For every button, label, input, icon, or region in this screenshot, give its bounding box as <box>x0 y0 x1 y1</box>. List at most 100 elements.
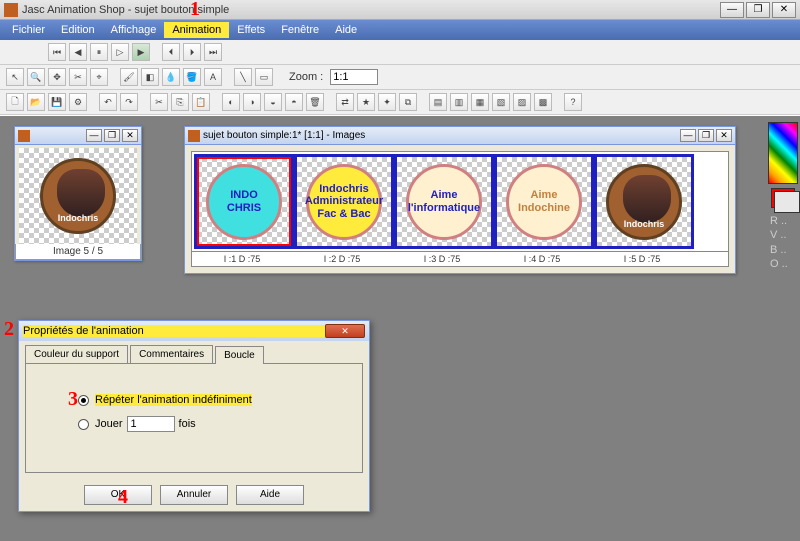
zoom-select[interactable]: 1:1 <box>330 69 378 85</box>
optimize-icon[interactable]: ▨ <box>513 93 531 111</box>
repeat-indefinitely-row[interactable]: Répéter l'animation indéfiniment <box>78 394 346 406</box>
play-suffix: fois <box>179 418 196 430</box>
repeat-label: Répéter l'animation indéfiniment <box>95 394 252 406</box>
play-count-input[interactable]: 1 <box>127 416 175 432</box>
frame-labels: I :1 D :75 I :2 D :75 I :3 D :75 I :4 D … <box>191 252 729 267</box>
view-anim-icon[interactable]: ▦ <box>471 93 489 111</box>
toggle-c-icon[interactable]: ◒ <box>264 93 282 111</box>
cancel-button[interactable]: Annuler <box>160 485 228 505</box>
export-psp-icon[interactable]: ⇄ <box>336 93 354 111</box>
tab-boucle[interactable]: Boucle <box>215 346 264 364</box>
preview-window[interactable]: — ❐ ✕ Indochris Image 5 / 5 <box>14 126 142 261</box>
frame-2[interactable]: IndochrisAdministrateurFac & Bac <box>294 154 394 249</box>
zoom-tool-icon[interactable]: 🔍 <box>27 68 45 86</box>
menu-bar: Fichier Edition Affichage Animation Effe… <box>0 20 800 40</box>
window-close-button[interactable]: ✕ <box>772 2 796 18</box>
line-tool-icon[interactable]: ╲ <box>234 68 252 86</box>
brush-tool-icon[interactable]: 🖌 <box>120 68 138 86</box>
frame-4[interactable]: AimeIndochine <box>494 154 594 249</box>
redo-icon[interactable]: ↷ <box>120 93 138 111</box>
dropper-tool-icon[interactable]: 💧 <box>162 68 180 86</box>
effects-icon[interactable]: ★ <box>357 93 375 111</box>
stop-button[interactable]: ▷ <box>111 43 129 61</box>
frame-1[interactable]: INDOCHRIS <box>194 154 294 249</box>
frames-max-button[interactable]: ❐ <box>698 129 714 142</box>
play-radio[interactable] <box>78 419 89 430</box>
frame-5[interactable]: Indochris <box>594 154 694 249</box>
preview-window-icon <box>18 130 30 142</box>
menu-fichier[interactable]: Fichier <box>4 22 53 38</box>
play-button[interactable]: ▶ <box>132 43 150 61</box>
transition-icon[interactable]: ⧉ <box>399 93 417 111</box>
help-button[interactable]: Aide <box>236 485 304 505</box>
last-frame-button[interactable]: ⏭ <box>204 43 222 61</box>
repeat-radio[interactable] <box>78 395 89 406</box>
tab-couleur-support[interactable]: Couleur du support <box>25 345 128 363</box>
step-back-button[interactable]: ⏴ <box>162 43 180 61</box>
wizard-icon[interactable]: ⚙ <box>69 93 87 111</box>
text-tool-icon[interactable]: A <box>204 68 222 86</box>
frames-window[interactable]: sujet bouton simple:1* [1:1] - Images — … <box>184 126 736 274</box>
help-icon[interactable]: ? <box>564 93 582 111</box>
playback-toolbar: ⏮ ◀ ⏸ ▷ ▶ ⏴ ⏵ ⏭ <box>0 40 800 65</box>
dialog-title: Propriétés de l'animation <box>23 325 325 337</box>
tab-commentaires[interactable]: Commentaires <box>130 345 213 363</box>
paste-icon[interactable]: 📋 <box>192 93 210 111</box>
play-n-times-row[interactable]: Jouer 1 fois <box>78 416 346 432</box>
ok-button[interactable]: OK <box>84 485 152 505</box>
first-frame-button[interactable]: ⏮ <box>48 43 66 61</box>
open-icon[interactable]: 📂 <box>27 93 45 111</box>
app-titlebar: Jasc Animation Shop - sujet bouton simpl… <box>0 0 800 20</box>
dialog-close-button[interactable]: ✕ <box>325 324 365 338</box>
preview-max-button[interactable]: ❐ <box>104 129 120 142</box>
preview-browser-icon[interactable]: ▩ <box>534 93 552 111</box>
copy-icon[interactable]: ⎘ <box>171 93 189 111</box>
frame-props-icon[interactable]: ▤ <box>429 93 447 111</box>
frame-3-label: I :3 D :75 <box>392 252 492 266</box>
fill-tool-icon[interactable]: 🪣 <box>183 68 201 86</box>
color-picker-icon[interactable] <box>768 122 798 184</box>
move-tool-icon[interactable]: ✥ <box>48 68 66 86</box>
toggle-a-icon[interactable]: ◐ <box>222 93 240 111</box>
menu-aide[interactable]: Aide <box>327 22 365 38</box>
frame-1-label: I :1 D :75 <box>192 252 292 266</box>
window-maximize-button[interactable]: ❐ <box>746 2 770 18</box>
step-fwd-button[interactable]: ⏵ <box>183 43 201 61</box>
toggle-d-icon[interactable]: ◓ <box>285 93 303 111</box>
app-title: Jasc Animation Shop - sujet bouton simpl… <box>22 4 720 16</box>
pause-button[interactable]: ⏸ <box>90 43 108 61</box>
preview-close-button[interactable]: ✕ <box>122 129 138 142</box>
save-icon[interactable]: 💾 <box>48 93 66 111</box>
menu-animation[interactable]: Animation <box>164 22 229 38</box>
frame-2-label: I :2 D :75 <box>292 252 392 266</box>
undo-icon[interactable]: ↶ <box>99 93 117 111</box>
prev-frame-button[interactable]: ◀ <box>69 43 87 61</box>
shape-tool-icon[interactable]: ▭ <box>255 68 273 86</box>
animation-properties-dialog: Propriétés de l'animation ✕ Couleur du s… <box>18 320 370 512</box>
cut-icon[interactable]: ✂ <box>150 93 168 111</box>
frame-strip: INDOCHRIS IndochrisAdministrateurFac & B… <box>191 151 729 252</box>
frame-5-label: I :5 D :75 <box>592 252 692 266</box>
menu-fenetre[interactable]: Fenêtre <box>273 22 327 38</box>
registration-tool-icon[interactable]: ⌖ <box>90 68 108 86</box>
resize-icon[interactable]: ▧ <box>492 93 510 111</box>
toggle-b-icon[interactable]: ◑ <box>243 93 261 111</box>
arrow-tool-icon[interactable]: ↖ <box>6 68 24 86</box>
menu-effets[interactable]: Effets <box>229 22 273 38</box>
delete-icon[interactable]: 🗑 <box>306 93 324 111</box>
crop-tool-icon[interactable]: ✂ <box>69 68 87 86</box>
eraser-tool-icon[interactable]: ◧ <box>141 68 159 86</box>
text-effects-icon[interactable]: ✦ <box>378 93 396 111</box>
menu-edition[interactable]: Edition <box>53 22 103 38</box>
color-panel: R .. V .. B .. O .. <box>766 120 800 273</box>
anim-props-icon[interactable]: ▥ <box>450 93 468 111</box>
new-icon[interactable]: 🗋 <box>6 93 24 111</box>
window-minimize-button[interactable]: — <box>720 2 744 18</box>
frames-close-button[interactable]: ✕ <box>716 129 732 142</box>
rgb-b-label: B .. <box>770 243 796 257</box>
menu-affichage[interactable]: Affichage <box>103 22 165 38</box>
preview-min-button[interactable]: — <box>86 129 102 142</box>
fg-bg-swatch[interactable] <box>771 188 795 208</box>
frames-min-button[interactable]: — <box>680 129 696 142</box>
frame-3[interactable]: Aimel'informatique <box>394 154 494 249</box>
